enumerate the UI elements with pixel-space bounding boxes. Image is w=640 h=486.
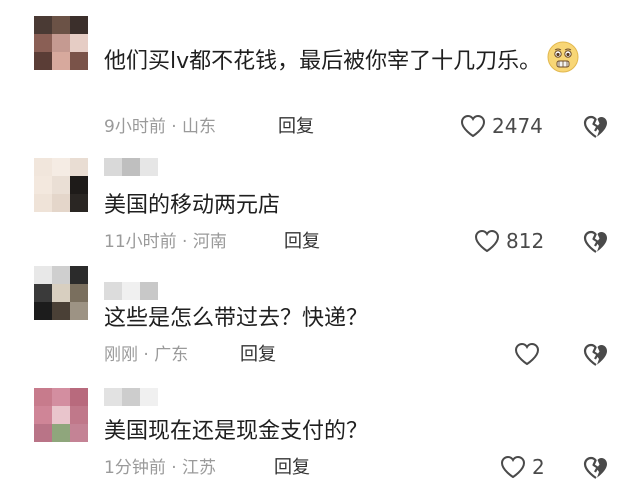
like-button[interactable]: [514, 342, 546, 366]
comment-location: 江苏: [182, 458, 217, 478]
comment-meta: 9小时前 · 山东: [104, 115, 216, 139]
comment-meta: 11小时前 · 河南: [104, 230, 227, 254]
comment-time: 1分钟前: [104, 458, 166, 478]
dislike-button[interactable]: [582, 342, 610, 368]
avatar[interactable]: [34, 266, 88, 320]
reply-button[interactable]: 回复: [278, 115, 314, 139]
avatar[interactable]: [34, 16, 88, 70]
comment-text-content: 美国现在还是现金支付的？: [104, 419, 369, 444]
dislike-button[interactable]: [582, 229, 610, 255]
dislike-button[interactable]: [582, 114, 610, 140]
avatar[interactable]: [34, 388, 88, 442]
meta-separator: ·: [165, 117, 183, 137]
avatar[interactable]: [34, 158, 88, 212]
comment-time: 刚刚: [104, 345, 138, 365]
like-button[interactable]: 812: [474, 229, 544, 253]
comment-location: 山东: [182, 117, 217, 137]
meta-separator: ·: [176, 232, 193, 252]
like-count: 812: [506, 229, 545, 253]
comment-meta: 1分钟前 · 江苏: [104, 456, 216, 480]
username-mosaic: [104, 158, 158, 176]
reply-button[interactable]: 回复: [284, 230, 320, 254]
comment-text: 这些是怎么带过去？快递？: [104, 303, 584, 335]
broken-heart-icon: [583, 230, 607, 253]
heart-outline-icon: [514, 342, 540, 366]
pleading-face-emoji-icon: [547, 41, 579, 83]
broken-heart-icon: [583, 343, 607, 366]
dislike-button[interactable]: [582, 455, 610, 481]
heart-outline-icon: [500, 455, 526, 479]
broken-heart-icon: [583, 115, 607, 138]
comment-text-content: 美国的移动两元店: [104, 193, 281, 218]
comment-time: 9小时前: [104, 117, 166, 137]
username-mosaic: [104, 282, 158, 300]
comment-text: 美国现在还是现金支付的？: [104, 416, 584, 448]
reply-button[interactable]: 回复: [274, 456, 310, 480]
comment-location: 河南: [192, 232, 227, 252]
comment-time: 11小时前: [104, 232, 177, 252]
comment-meta: 刚刚 · 广东: [104, 343, 188, 367]
like-count: 2: [532, 455, 545, 479]
like-button[interactable]: 2: [500, 455, 545, 479]
comment-location: 广东: [154, 345, 189, 365]
reply-button[interactable]: 回复: [240, 343, 276, 367]
comment-text: 美国的移动两元店: [104, 190, 584, 222]
heart-outline-icon: [474, 229, 500, 253]
comment-text-content: 这些是怎么带过去？快递？: [104, 306, 369, 331]
broken-heart-icon: [583, 456, 607, 479]
meta-separator: ·: [138, 345, 155, 365]
meta-separator: ·: [165, 458, 183, 478]
comment-text-content: 他们买lv都不花钱，最后被你宰了十几刀乐。: [104, 49, 542, 74]
like-count: 2474: [492, 114, 543, 138]
like-button[interactable]: 2474: [460, 114, 543, 138]
heart-outline-icon: [460, 114, 486, 138]
comment-text: 他们买lv都不花钱，最后被你宰了十几刀乐。: [104, 41, 584, 83]
username-mosaic: [104, 388, 158, 406]
